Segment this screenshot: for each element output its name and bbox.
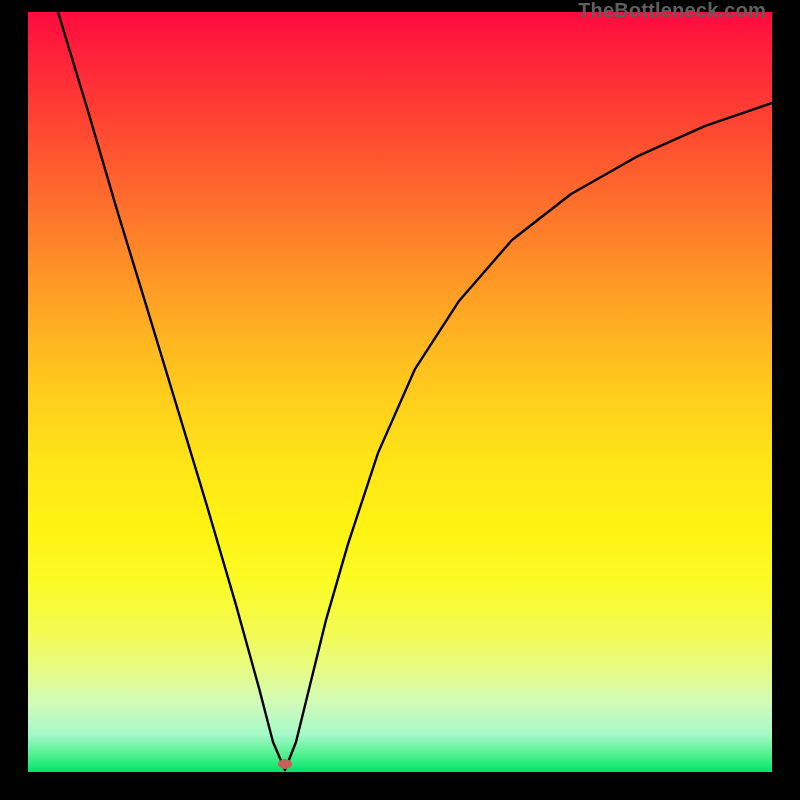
watermark-text: TheBottleneck.com	[578, 0, 766, 23]
v-curve	[28, 12, 772, 772]
min-marker	[278, 759, 292, 769]
plot-area	[28, 12, 772, 772]
curve-path	[58, 12, 772, 770]
chart-frame: TheBottleneck.com	[0, 0, 800, 800]
